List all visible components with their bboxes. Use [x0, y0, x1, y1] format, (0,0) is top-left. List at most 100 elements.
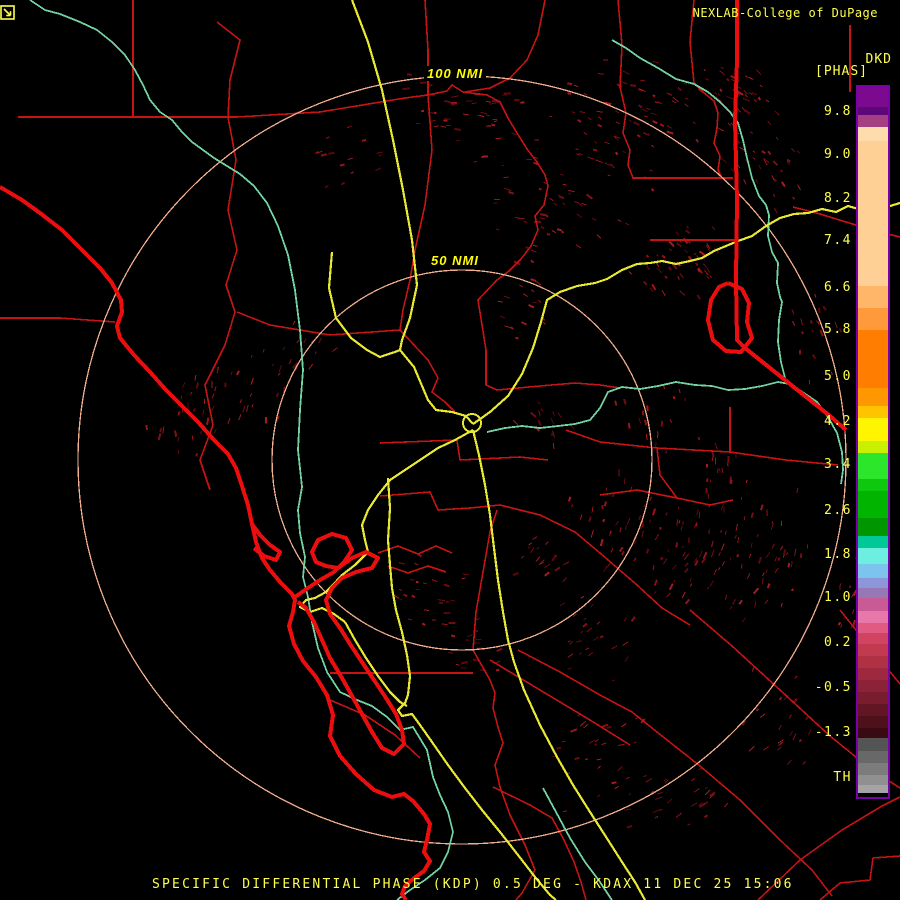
colorbar-segment [858, 668, 888, 680]
speckle [719, 70, 725, 76]
speckle [642, 108, 648, 113]
speckle [724, 802, 729, 808]
colorbar-tick-9.8: 9.8 [824, 104, 852, 119]
speckle [562, 202, 566, 206]
colorbar-tick-7.4: 7.4 [824, 233, 852, 248]
speckle [650, 188, 655, 192]
speckle [597, 765, 602, 769]
speckle [729, 606, 733, 610]
speckle [583, 131, 587, 135]
colorbar-tick-4.2: 4.2 [824, 414, 852, 429]
speckle [750, 543, 753, 548]
speckle [580, 595, 585, 599]
speckle [744, 93, 748, 98]
speckle [601, 723, 609, 728]
speckle [189, 391, 193, 395]
speckle [574, 756, 580, 761]
speckle [628, 119, 633, 123]
speckle [667, 549, 670, 553]
speckle [761, 577, 764, 585]
speckle [561, 740, 566, 743]
speckle [703, 269, 709, 276]
speckle [530, 259, 535, 264]
speckle [250, 377, 254, 385]
speckle [622, 150, 626, 154]
speckle [205, 417, 210, 425]
speckle [431, 619, 437, 621]
speckle [437, 599, 446, 602]
speckle [230, 371, 233, 375]
speckle [787, 562, 791, 568]
speckle [491, 123, 496, 127]
speckle [724, 530, 727, 535]
colorbar-segment [858, 633, 888, 644]
speckle [765, 99, 770, 103]
speckle [649, 169, 653, 172]
speckle [528, 304, 535, 309]
speckle [530, 249, 537, 253]
speckle [698, 250, 706, 257]
product-caption: SPECIFIC DIFFERENTIAL PHASE (KDP) 0.5 DE… [152, 877, 794, 892]
speckle [550, 417, 555, 425]
speckle [690, 802, 698, 807]
colorbar-segment [858, 308, 888, 330]
speckle [450, 634, 456, 638]
speckle [711, 540, 714, 548]
speckle [650, 144, 654, 148]
speckle [675, 812, 683, 818]
speckle [736, 140, 741, 144]
speckle [475, 618, 480, 621]
speckle [727, 456, 730, 464]
speckle [751, 92, 757, 96]
county-boundary-segment [472, 509, 498, 651]
speckle [752, 150, 756, 153]
speckle [775, 136, 779, 141]
county-boundary-segment [599, 489, 734, 506]
colorbar-segment [858, 107, 888, 115]
speckle [685, 97, 689, 100]
speckle [402, 87, 411, 91]
speckle [495, 660, 501, 664]
speckle [563, 561, 570, 566]
speckle [251, 404, 254, 408]
speckle [604, 162, 611, 167]
speckle [717, 92, 721, 96]
speckle [227, 418, 231, 424]
speckle [594, 739, 599, 743]
speckle [679, 273, 684, 279]
speckle [741, 564, 743, 569]
speckle [350, 171, 354, 175]
speckle [755, 708, 760, 712]
county-boundary-segment [656, 447, 678, 499]
colorbar-segment [858, 491, 888, 518]
colorbar-segment [858, 785, 888, 793]
speckle [741, 617, 746, 623]
speckle [314, 351, 317, 355]
speckle [752, 587, 760, 595]
speckle [594, 140, 598, 144]
speckle [403, 593, 408, 597]
speckle [277, 372, 281, 376]
speckle [654, 591, 657, 594]
speckle [462, 573, 470, 576]
speckle [250, 355, 253, 359]
speckle [202, 409, 205, 416]
speckle [681, 591, 686, 599]
speckle [503, 187, 512, 192]
speckle [706, 478, 709, 483]
speckle [546, 233, 551, 236]
colorbar-tick-1.8: 1.8 [824, 547, 852, 562]
county-boundary-segment [499, 504, 691, 626]
speckle [604, 141, 610, 145]
speckle [486, 100, 492, 103]
speckle [652, 565, 655, 571]
speckle [720, 157, 727, 163]
speckle [681, 545, 684, 549]
speckle [727, 463, 729, 467]
speckle [643, 132, 648, 136]
speckle [473, 161, 477, 163]
speckle [645, 548, 650, 554]
speckle [211, 393, 215, 399]
speckle [410, 578, 415, 581]
speckle [510, 326, 514, 330]
